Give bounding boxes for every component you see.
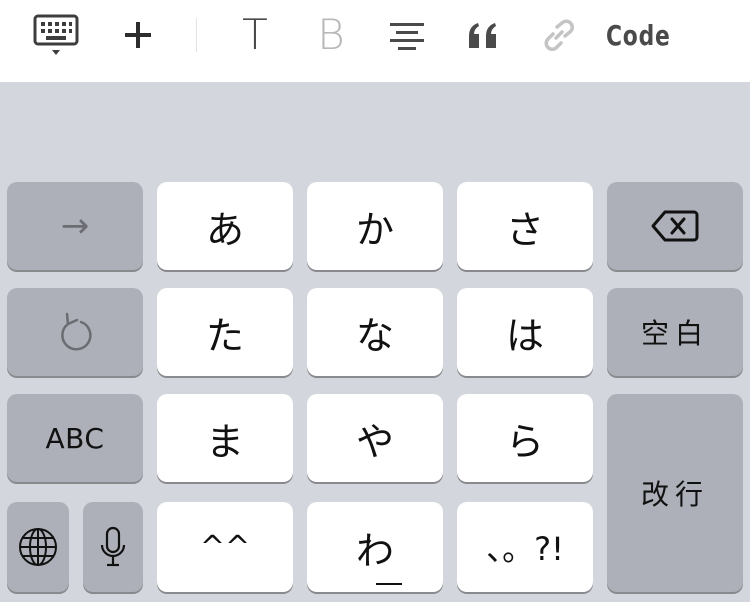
abc-key-label: ABC <box>45 421 105 455</box>
key-na[interactable]: な <box>307 288 443 376</box>
backspace-key[interactable] <box>607 182 743 270</box>
key-punctuation-label: 、。?! <box>486 530 564 568</box>
key-sa[interactable]: さ <box>457 182 593 270</box>
key-a[interactable]: あ <box>157 182 293 270</box>
key-punctuation[interactable]: 、。?! <box>457 502 593 592</box>
quote-button[interactable]: ❝ <box>462 10 506 60</box>
bold-button[interactable]: B <box>310 10 352 60</box>
key-wa[interactable]: わ <box>307 502 443 592</box>
space-key[interactable]: 空白 <box>607 288 743 376</box>
microphone-icon <box>100 526 126 567</box>
align-button[interactable]: ≡ <box>384 10 430 60</box>
key-a-label: あ <box>205 207 244 252</box>
return-key-label: 改行 <box>640 478 709 511</box>
key-ha-label: は <box>505 313 544 358</box>
key-ra[interactable]: ら <box>457 394 593 482</box>
undo-key[interactable] <box>7 288 143 376</box>
microphone-key[interactable] <box>83 502 143 592</box>
key-sa-label: さ <box>505 207 544 252</box>
key-ma[interactable]: ま <box>157 394 293 482</box>
space-key-label: 空白 <box>640 317 709 350</box>
text-style-button[interactable]: T <box>234 10 276 60</box>
backspace-icon <box>651 210 699 242</box>
bold-label: B <box>317 10 345 59</box>
formatting-toolbar: T B ≡ ❝ Code <box>0 0 750 82</box>
text-style-label: T <box>242 10 268 59</box>
globe-key[interactable] <box>7 502 69 592</box>
key-ka[interactable]: か <box>307 182 443 270</box>
key-kaomoji[interactable]: ^^ <box>157 502 293 592</box>
key-kaomoji-label: ^^ <box>199 529 251 565</box>
plus-icon[interactable] <box>116 10 160 60</box>
key-ya-label: や <box>355 419 394 464</box>
return-key[interactable]: 改行 <box>607 394 743 592</box>
code-label: Code <box>606 18 671 52</box>
quote-icon <box>469 23 496 48</box>
key-ta[interactable]: た <box>157 288 293 376</box>
key-ma-label: ま <box>205 419 244 464</box>
code-button[interactable]: Code <box>606 10 676 60</box>
link-icon[interactable] <box>536 10 582 60</box>
wa-small-underline <box>375 582 402 585</box>
key-wa-label: わ <box>355 528 394 573</box>
toolbar-divider <box>196 18 197 52</box>
key-ra-label: ら <box>505 419 544 464</box>
cursor-right-key[interactable]: → <box>7 182 143 270</box>
abc-key[interactable]: ABC <box>7 394 143 482</box>
key-na-label: な <box>355 313 394 358</box>
keyboard-dismiss-icon[interactable] <box>30 10 82 60</box>
globe-icon <box>19 528 57 566</box>
cursor-right-label: → <box>60 206 90 246</box>
undo-icon <box>61 312 92 351</box>
key-ka-label: か <box>355 207 394 252</box>
key-ta-label: た <box>205 313 244 358</box>
align-center-icon <box>390 23 424 50</box>
key-ha[interactable]: は <box>457 288 593 376</box>
key-ya[interactable]: や <box>307 394 443 482</box>
